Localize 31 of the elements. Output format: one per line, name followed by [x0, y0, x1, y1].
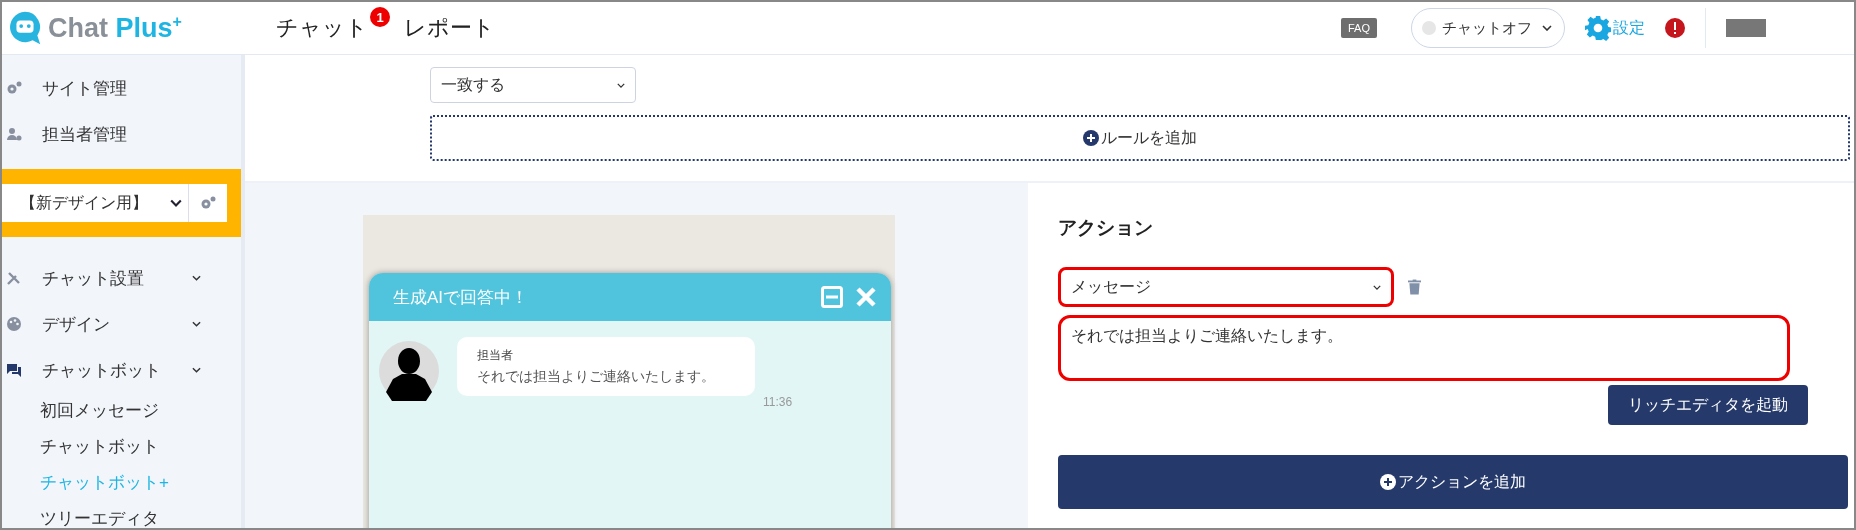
submenu-item[interactable]: チャットボット	[2, 429, 241, 465]
chat-status-dropdown[interactable]: チャットオフ	[1411, 8, 1565, 48]
message-time: 11:36	[763, 395, 793, 409]
section-heading: アクション	[1058, 216, 1154, 240]
sidebar-label: 担当者管理	[42, 123, 127, 146]
logo-text: Chat Plus$^{+}$	[48, 12, 182, 44]
message-text: それでは担当よりご連絡いたします。	[477, 368, 716, 386]
add-action-button[interactable]: アクションを追加	[1058, 455, 1848, 509]
sidebar-item[interactable]: サイト管理	[2, 65, 241, 111]
match-dropdown[interactable]: 一致する	[430, 67, 636, 103]
widget-title: 生成AIで回答中！	[393, 286, 529, 309]
nav-link[interactable]: レポート	[404, 13, 495, 43]
sidebar-item[interactable]: 担当者管理	[2, 111, 241, 157]
site-dropdown[interactable]: 【新デザイン用】	[2, 184, 189, 222]
sidebar-label: チャット設置	[42, 267, 145, 290]
sidebar-label: チャットボット	[42, 359, 162, 382]
sender-name: 担当者	[477, 347, 514, 364]
faq-button[interactable]: FAQ	[1341, 18, 1377, 38]
sidebar-item[interactable]: チャットボット	[2, 347, 241, 393]
sidebar-item[interactable]: デザイン	[2, 301, 241, 347]
count-badge: 1	[370, 7, 390, 27]
message-input-field[interactable]: それでは担当よりご連絡いたします。	[1058, 315, 1790, 381]
rich-editor-button[interactable]: リッチエディタを起動	[1608, 385, 1808, 425]
submenu-item[interactable]: 初回メッセージ	[2, 393, 241, 429]
sidebar-label: デザイン	[42, 313, 111, 336]
nav-link[interactable]: チャット	[276, 13, 368, 43]
sidebar-item[interactable]: チャット設置	[2, 255, 241, 301]
add-rule-button[interactable]: ルールを追加	[430, 115, 1850, 161]
action-type-dropdown[interactable]: メッセージ	[1058, 267, 1394, 307]
submenu-item[interactable]: ツリーエディタ	[2, 501, 241, 528]
sidebar-label: サイト管理	[42, 77, 127, 100]
